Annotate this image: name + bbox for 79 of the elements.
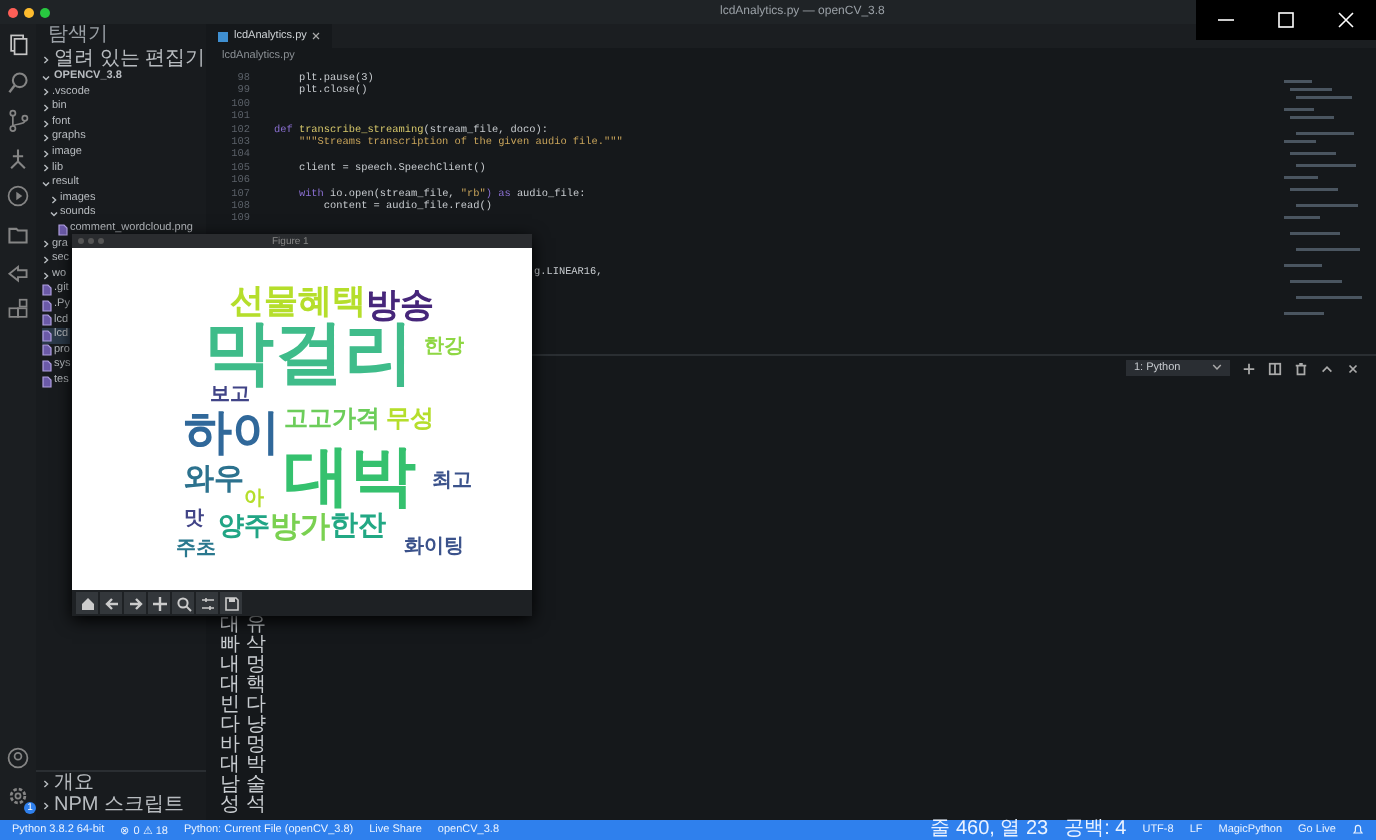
- word-cloud-word: 양주: [218, 514, 270, 540]
- home-icon[interactable]: [79, 595, 95, 611]
- word-cloud-word: 한강: [424, 338, 464, 358]
- word-cloud-word: 화이팅: [404, 538, 464, 558]
- bell-icon[interactable]: [1352, 824, 1364, 836]
- files-icon[interactable]: [6, 32, 30, 56]
- word-cloud-word: 하이: [184, 408, 280, 456]
- forward-arrow-icon[interactable]: [127, 595, 143, 611]
- zoom-icon[interactable]: [175, 595, 191, 611]
- file-icon: [58, 223, 68, 236]
- folder-icon[interactable]: [6, 222, 30, 246]
- chevron-icon[interactable]: [42, 240, 50, 249]
- settings-icon[interactable]: [6, 784, 30, 808]
- maximize-icon[interactable]: [1276, 10, 1296, 30]
- play-circle-icon[interactable]: [6, 184, 30, 208]
- terminal-line: 대 박: [220, 756, 268, 776]
- word-cloud-word: 선물혜택: [230, 286, 366, 320]
- window-dot[interactable]: [88, 238, 94, 244]
- window-dot[interactable]: [78, 238, 84, 244]
- chevron-icon[interactable]: [42, 134, 50, 143]
- word-cloud-word: 아: [244, 490, 264, 510]
- chevron-icon[interactable]: [50, 195, 58, 204]
- sidebar-section[interactable]: 개요: [54, 772, 94, 794]
- chevron-icon[interactable]: [42, 164, 50, 173]
- word-cloud-word: 방송: [366, 290, 434, 324]
- close-icon[interactable]: [312, 32, 321, 40]
- terminal-line: 대 핵: [220, 676, 268, 696]
- terminal-line: 내 멍: [220, 656, 268, 676]
- sidebar-section[interactable]: NPM 스크립트: [54, 794, 184, 816]
- word-cloud-word: 막걸리: [204, 320, 414, 390]
- word-cloud-word: 보고: [210, 386, 250, 406]
- chevron-icon[interactable]: [42, 271, 50, 280]
- chevron-icon[interactable]: [42, 119, 50, 128]
- account-icon[interactable]: [6, 746, 30, 770]
- word-cloud-word: 대박: [284, 442, 416, 508]
- close-icon[interactable]: [1346, 361, 1360, 375]
- window-dot[interactable]: [98, 238, 104, 244]
- save-icon[interactable]: [223, 595, 239, 611]
- chevron-icon[interactable]: [42, 103, 50, 112]
- terminal-line: 빠 삭: [220, 636, 268, 656]
- minimize-dot[interactable]: [24, 7, 34, 17]
- close-dot[interactable]: [8, 7, 18, 17]
- terminal-line: 성 석: [220, 796, 268, 816]
- sidebar-title: 탐색기: [46, 24, 110, 48]
- word-cloud-word: 고고가격: [284, 406, 380, 430]
- word-cloud-word: 방가: [270, 512, 330, 542]
- back-arrow-icon[interactable]: [103, 595, 119, 611]
- chevron-icon[interactable]: [42, 149, 50, 158]
- blocks-icon[interactable]: [6, 298, 30, 322]
- plus-icon[interactable]: [1242, 361, 1256, 375]
- word-cloud-word: 한잔: [330, 512, 386, 540]
- word-cloud-word: 주초: [176, 540, 216, 560]
- word-cloud-word: 와우: [184, 464, 244, 494]
- terminal-line: 대 유: [220, 616, 268, 636]
- terminal-line: 빈 다: [220, 696, 268, 716]
- chevron-up-icon[interactable]: [1320, 361, 1334, 375]
- chevron-icon[interactable]: [42, 779, 50, 787]
- branch-icon[interactable]: [6, 108, 30, 132]
- chevron-down-icon: [1212, 362, 1222, 372]
- word-cloud-word: 무성: [386, 406, 434, 430]
- zoom-dot[interactable]: [40, 7, 50, 17]
- chevron-icon[interactable]: [42, 801, 50, 809]
- terminal-line: 남 술: [220, 776, 268, 796]
- terminal-line: 다 냥: [220, 716, 268, 736]
- word-cloud-word: 최고: [432, 472, 472, 492]
- arrow-icon[interactable]: [6, 260, 30, 284]
- open-editors-section[interactable]: 열려 있는 편집기: [54, 48, 206, 70]
- status-item[interactable]: 공백: 4: [1064, 820, 1127, 840]
- chevron-icon[interactable]: [42, 255, 50, 264]
- python-file-icon: [218, 31, 228, 41]
- trash-icon[interactable]: [1294, 361, 1308, 375]
- chevron-icon[interactable]: [42, 88, 50, 97]
- sliders-icon[interactable]: [199, 595, 215, 611]
- word-cloud-word: 맛: [184, 510, 204, 530]
- chevron-icon[interactable]: [42, 55, 50, 63]
- split-icon[interactable]: [1268, 361, 1282, 375]
- terminal-line: 바 멍: [220, 736, 268, 756]
- pan-icon[interactable]: [151, 595, 167, 611]
- search-icon[interactable]: [6, 70, 30, 94]
